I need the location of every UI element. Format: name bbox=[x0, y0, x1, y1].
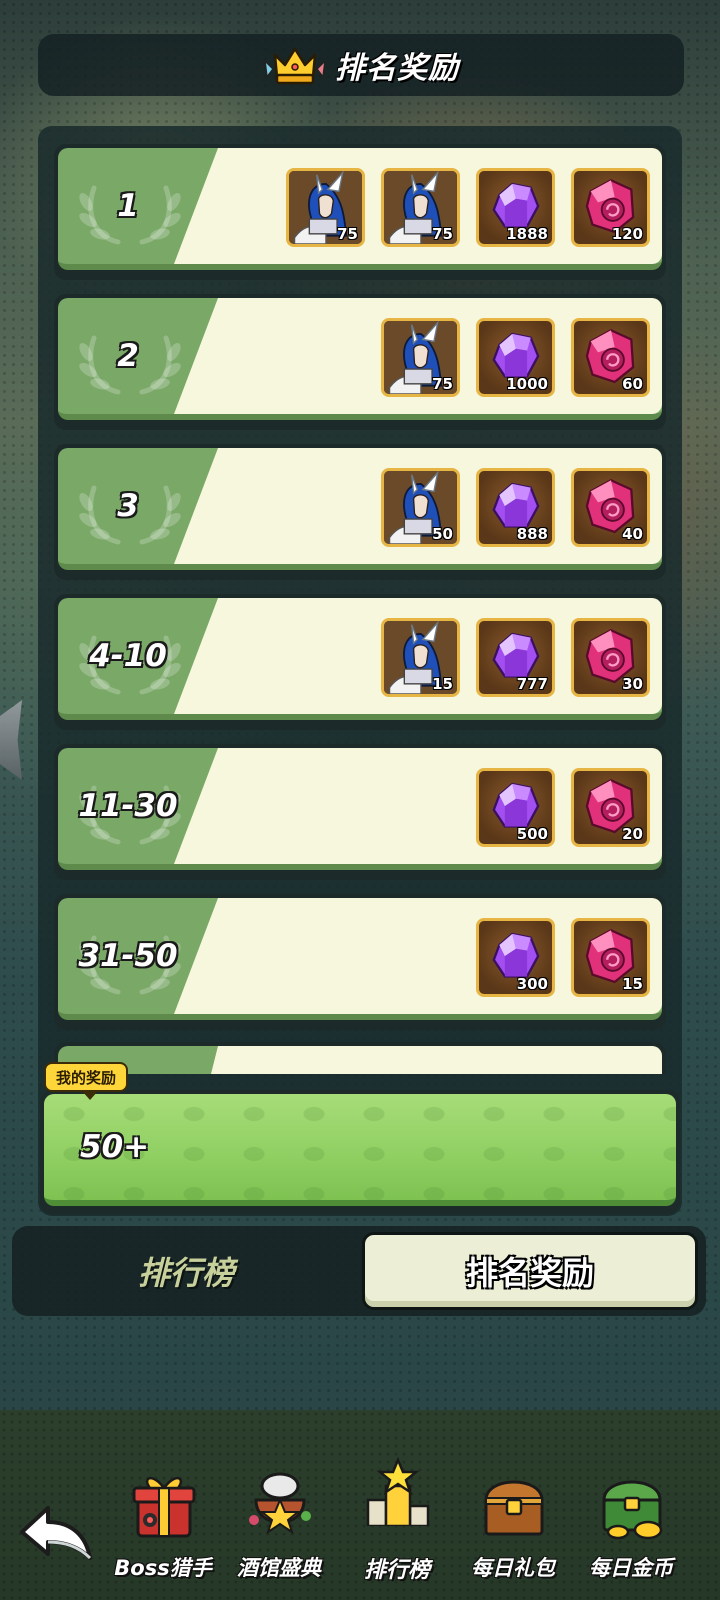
item-count: 75 bbox=[432, 225, 453, 243]
reward-item[interactable]: 777 bbox=[476, 618, 555, 697]
item-count: 60 bbox=[622, 375, 643, 393]
reward-item[interactable]: 300 bbox=[476, 918, 555, 997]
reward-item[interactable]: 20 bbox=[571, 768, 650, 847]
tab-switcher: 排行榜 排名奖励 bbox=[12, 1226, 706, 1316]
item-count: 75 bbox=[337, 225, 358, 243]
item-count: 40 bbox=[622, 525, 643, 543]
reward-row: 3 50 888 40 bbox=[54, 444, 666, 580]
item-count: 1888 bbox=[506, 225, 548, 243]
reward-items: 75 1000 60 bbox=[381, 318, 650, 398]
nav-daily-gift[interactable]: 每日礼包 bbox=[454, 1470, 572, 1590]
my-reward-tag: 我的奖励 bbox=[44, 1062, 129, 1100]
tab-rank-rewards[interactable]: 排名奖励 bbox=[362, 1232, 698, 1310]
item-count: 30 bbox=[622, 675, 643, 693]
reward-item[interactable]: 75 bbox=[286, 168, 365, 247]
nav-leaderboard[interactable]: 排行榜 bbox=[338, 1456, 456, 1590]
item-count: 75 bbox=[432, 375, 453, 393]
item-count: 15 bbox=[432, 675, 453, 693]
reward-item[interactable]: 75 bbox=[381, 168, 460, 247]
rank-label: 1 bbox=[117, 188, 139, 224]
reward-row: 4-10 15 777 30 bbox=[54, 594, 666, 730]
reward-item[interactable]: 30 bbox=[571, 618, 650, 697]
reward-row: 2 75 1000 60 bbox=[54, 294, 666, 430]
reward-item[interactable]: 888 bbox=[476, 468, 555, 547]
item-count: 888 bbox=[516, 525, 548, 543]
reward-list[interactable]: 31-50 300 15 11-30 500 20 4-10 15 777 30 3 50 888 40 2… bbox=[54, 144, 666, 1074]
nav-label: 排行榜 bbox=[363, 1558, 430, 1583]
item-count: 120 bbox=[611, 225, 643, 243]
nav-label: Boss猎手 bbox=[114, 1556, 212, 1580]
reward-item[interactable]: 120 bbox=[571, 168, 650, 247]
rank-label: 11-30 bbox=[78, 788, 178, 824]
reward-item[interactable]: 1000 bbox=[476, 318, 555, 397]
rank-label: 31-50 bbox=[78, 938, 178, 974]
reward-row: 1 75 75 1888 120 bbox=[54, 144, 666, 280]
nav-label: 每日金币 bbox=[589, 1556, 673, 1580]
reward-item[interactable]: 60 bbox=[571, 318, 650, 397]
reward-item[interactable]: 500 bbox=[476, 768, 555, 847]
tavern-icon bbox=[249, 1472, 311, 1535]
item-count: 500 bbox=[516, 825, 548, 843]
nav-daily-gold[interactable]: 每日金币 bbox=[572, 1470, 690, 1590]
reward-row-partial bbox=[54, 1042, 666, 1074]
nav-tavern-festival[interactable]: 酒馆盛典 bbox=[220, 1470, 338, 1590]
crown-icon bbox=[263, 47, 327, 85]
reward-items: 300 15 bbox=[476, 918, 650, 998]
reward-row: 11-30 500 20 bbox=[54, 744, 666, 880]
back-arrow-icon[interactable] bbox=[18, 1502, 94, 1562]
reward-items: 50 888 40 bbox=[381, 468, 650, 548]
reward-item[interactable]: 75 bbox=[381, 318, 460, 397]
reward-item[interactable]: 40 bbox=[571, 468, 650, 547]
tab-leaderboard[interactable]: 排行榜 bbox=[26, 1226, 346, 1316]
reward-item[interactable]: 50 bbox=[381, 468, 460, 547]
reward-items: 75 75 1888 120 bbox=[286, 168, 650, 248]
reward-item[interactable]: 15 bbox=[571, 918, 650, 997]
reward-item[interactable]: 1888 bbox=[476, 168, 555, 247]
reward-row: 31-50 300 15 bbox=[54, 894, 666, 1030]
rank-label: 3 bbox=[117, 488, 139, 524]
nav-label: 每日礼包 bbox=[471, 1556, 555, 1580]
rank-label: 2 bbox=[117, 338, 139, 374]
reward-item[interactable]: 15 bbox=[381, 618, 460, 697]
reward-items: 500 20 bbox=[476, 768, 650, 848]
page-title: 排名奖励 bbox=[335, 51, 459, 86]
boss-gift-icon bbox=[132, 1477, 196, 1538]
rank-label: 4-10 bbox=[89, 638, 167, 674]
item-count: 50 bbox=[432, 525, 453, 543]
item-count: 15 bbox=[622, 975, 643, 993]
gold-chest-icon bbox=[602, 1480, 663, 1540]
reward-items: 15 777 30 bbox=[381, 618, 650, 698]
item-count: 300 bbox=[516, 975, 548, 993]
my-rank-label: 50+ bbox=[80, 1129, 150, 1165]
title-bar: 排名奖励 bbox=[38, 34, 684, 96]
treasure-chest-icon bbox=[484, 1480, 544, 1536]
star-trophy-icon bbox=[366, 1456, 430, 1526]
my-reward-card: 50+ bbox=[40, 1090, 680, 1214]
nav-boss-hunter[interactable]: Boss猎手 bbox=[104, 1470, 222, 1590]
bottom-nav: Boss猎手 酒馆盛典 排行榜 每日礼包 每日金币 bbox=[0, 1410, 720, 1600]
item-count: 777 bbox=[516, 675, 548, 693]
item-count: 1000 bbox=[506, 375, 548, 393]
nav-label: 酒馆盛典 bbox=[237, 1556, 321, 1580]
item-count: 20 bbox=[622, 825, 643, 843]
